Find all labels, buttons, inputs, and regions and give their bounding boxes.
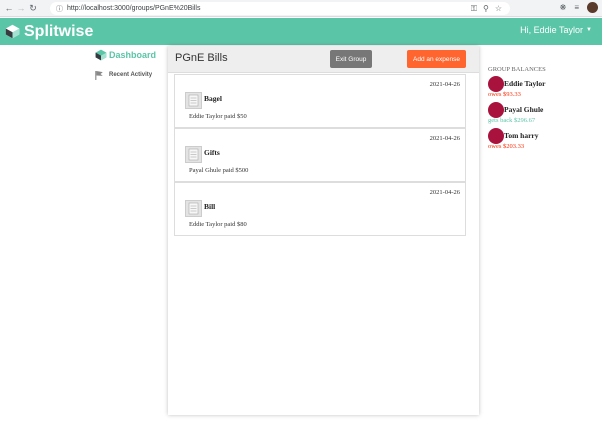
brand-logo[interactable]: Splitwise: [5, 23, 93, 41]
group-panel: PGnE Bills Exit Group Add an expense 202…: [168, 46, 479, 415]
expense-paid-by: Eddie Taylor paid $50: [189, 113, 247, 120]
group-header: PGnE Bills Exit Group Add an expense: [168, 46, 479, 73]
dashboard-icon: [95, 49, 107, 61]
url-text: http://localhost:3000/groups/PGnE%20Bill…: [67, 5, 201, 12]
key-icon[interactable]: ⚿: [471, 4, 477, 14]
balance-item[interactable]: Eddie Taylor owes $93.33: [488, 76, 588, 102]
group-balances: GROUP BALANCES Eddie Taylor owes $93.33 …: [488, 66, 588, 154]
exit-group-button[interactable]: Exit Group: [330, 50, 372, 68]
expense-item[interactable]: 2021-04-26 Bagel Eddie Taylor paid $50: [174, 74, 466, 128]
nav-dashboard[interactable]: Dashboard: [95, 48, 165, 62]
balance-amount: gets back $296.67: [488, 117, 536, 124]
reload-icon[interactable]: ↻: [27, 3, 39, 14]
avatar: [488, 76, 504, 92]
left-nav: Dashboard Recent Activity: [95, 48, 165, 80]
app-header: Splitwise Hi, Eddie Taylor ▼: [0, 18, 602, 45]
balance-name: Tom harry: [504, 131, 539, 140]
user-menu[interactable]: Hi, Eddie Taylor ▼: [520, 25, 592, 35]
avatar: [488, 102, 504, 118]
add-expense-button[interactable]: Add an expense: [407, 50, 466, 68]
balance-item[interactable]: Payal Ghule gets back $296.67: [488, 102, 588, 128]
balance-amount: owes $203.33: [488, 143, 525, 150]
expense-date: 2021-04-26: [429, 135, 460, 142]
queue-icon[interactable]: ≡: [574, 3, 579, 12]
brand-name: Splitwise: [24, 22, 94, 40]
expense-date: 2021-04-26: [429, 189, 460, 196]
expense-name: Bagel: [204, 94, 222, 103]
receipt-icon: [185, 92, 202, 109]
expense-item[interactable]: 2021-04-26 Bill Eddie Taylor paid $80: [174, 182, 466, 236]
zoom-icon[interactable]: ⚲: [483, 4, 489, 13]
flag-icon: [95, 70, 103, 80]
group-title: PGnE Bills: [175, 52, 228, 64]
expense-paid-by: Eddie Taylor paid $80: [189, 221, 247, 228]
receipt-icon: [185, 146, 202, 163]
splitwise-logo-icon: [5, 24, 20, 39]
caret-down-icon: ▼: [586, 27, 592, 33]
expense-name: Bill: [204, 202, 216, 211]
info-icon[interactable]: ⓘ: [56, 4, 63, 14]
expense-name: Gifts: [204, 148, 220, 157]
balance-name: Payal Ghule: [504, 105, 544, 114]
balance-item[interactable]: Tom harry owes $203.33: [488, 128, 588, 154]
balance-amount: owes $93.33: [488, 91, 521, 98]
expense-paid-by: Payal Ghule paid $500: [189, 167, 249, 174]
expense-item[interactable]: 2021-04-26 Gifts Payal Ghule paid $500: [174, 128, 466, 182]
arrow-left-icon[interactable]: ←: [3, 3, 15, 13]
avatar: [488, 128, 504, 144]
receipt-icon: [185, 200, 202, 217]
arrow-right-icon[interactable]: →: [15, 3, 27, 13]
address-bar[interactable]: ⓘ http://localhost:3000/groups/PGnE%20Bi…: [50, 2, 510, 15]
star-icon[interactable]: ☆: [495, 4, 502, 13]
profile-avatar[interactable]: [587, 2, 598, 13]
browser-toolbar: ← → ↻ ⓘ http://localhost:3000/groups/PGn…: [0, 0, 602, 17]
puzzle-icon[interactable]: ❋: [560, 3, 567, 12]
balance-name: Eddie Taylor: [504, 79, 546, 88]
nav-recent-activity[interactable]: Recent Activity: [95, 70, 165, 80]
balances-title: GROUP BALANCES: [488, 66, 546, 73]
expense-date: 2021-04-26: [429, 81, 460, 88]
user-greeting: Hi, Eddie Taylor: [520, 25, 584, 35]
nav-dashboard-label: Dashboard: [109, 50, 157, 60]
nav-recent-activity-label: Recent Activity: [109, 72, 153, 78]
